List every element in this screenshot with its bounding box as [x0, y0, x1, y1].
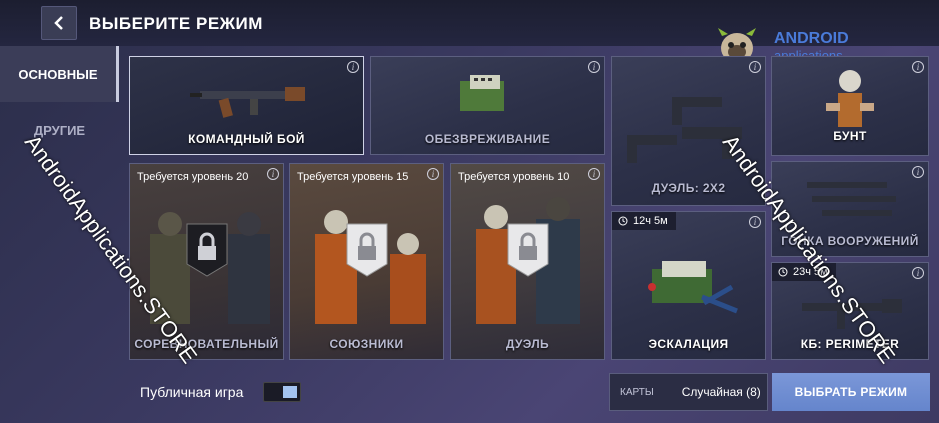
- event-timer: 12ч 5м: [612, 212, 676, 230]
- mode-card-duel[interactable]: Требуется уровень 10 i ДУЭЛЬ: [450, 163, 605, 360]
- mode-label: СОРЕВНОВАТЕЛЬНЫЙ: [134, 337, 279, 351]
- tab-other[interactable]: ДРУГИЕ: [0, 102, 119, 158]
- info-icon[interactable]: i: [267, 168, 279, 180]
- info-icon[interactable]: i: [912, 166, 924, 178]
- weapons-icon: [807, 182, 896, 216]
- rifle-icon: [190, 87, 305, 118]
- level-requirement: Требуется уровень 15: [297, 171, 409, 183]
- info-icon[interactable]: i: [588, 168, 600, 180]
- mode-label: ДУЭЛЬ: [505, 337, 550, 351]
- level-requirement: Требуется уровень 20: [137, 171, 249, 183]
- toggle-knob: [283, 386, 297, 398]
- info-icon[interactable]: i: [912, 267, 924, 279]
- page-title: ВЫБЕРИТЕ РЕЖИМ: [89, 14, 263, 33]
- public-game-row: Публичная игра: [129, 374, 305, 410]
- maps-label: КАРТЫ: [620, 386, 654, 398]
- chevron-left-icon: [54, 16, 63, 30]
- info-icon[interactable]: i: [347, 61, 359, 73]
- clock-icon: [618, 216, 628, 226]
- info-icon[interactable]: i: [749, 216, 761, 228]
- lock-icon: [186, 223, 227, 277]
- lock-icon: [346, 223, 387, 277]
- clock-icon: [778, 267, 788, 277]
- lock-icon: [507, 223, 548, 277]
- mode-card-competitive[interactable]: Требуется уровень 20 i СОРЕВНОВАТЕЛЬНЫЙ: [129, 163, 284, 360]
- info-icon[interactable]: i: [588, 61, 600, 73]
- tab-main[interactable]: ОСНОВНЫЕ: [0, 46, 119, 102]
- mode-card-team-fight[interactable]: i КОМАНДНЫЙ БОЙ: [129, 56, 364, 155]
- timer-text: 12ч 5м: [633, 215, 668, 227]
- mode-label: ОБЕЗВРЕЖИВАНИЕ: [424, 132, 551, 146]
- mode-card-defuse[interactable]: i ОБЕЗВРЕЖИВАНИЕ: [370, 56, 605, 155]
- select-mode-button[interactable]: ВЫБРАТЬ РЕЖИМ: [772, 373, 930, 411]
- back-button[interactable]: [41, 6, 77, 40]
- maps-value: Случайная (8): [681, 385, 761, 399]
- mode-card-escalation[interactable]: 12ч 5м i ЭСКАЛАЦИЯ: [611, 211, 766, 360]
- public-game-toggle[interactable]: [263, 382, 301, 402]
- mode-label: ЭСКАЛАЦИЯ: [648, 337, 729, 351]
- info-icon[interactable]: i: [427, 168, 439, 180]
- maps-selector[interactable]: КАРТЫ Случайная (8): [609, 373, 768, 411]
- public-game-label: Публичная игра: [140, 384, 244, 400]
- mode-label: КБ: PERIMETER: [800, 337, 900, 351]
- info-icon[interactable]: i: [749, 61, 761, 73]
- bomb-icon: [460, 75, 504, 111]
- explosive-icon: [648, 261, 738, 314]
- mode-label: СОЮЗНИКИ: [329, 337, 404, 351]
- level-requirement: Требуется уровень 10: [458, 171, 570, 183]
- mode-card-duel-2x2[interactable]: i ДУЭЛЬ: 2X2: [611, 56, 766, 206]
- mode-label: БУНТ: [833, 129, 867, 143]
- info-icon[interactable]: i: [912, 61, 924, 73]
- brand-name: ANDROID: [774, 30, 849, 47]
- mode-label: КОМАНДНЫЙ БОЙ: [188, 132, 305, 146]
- mode-card-riot[interactable]: i БУНТ: [771, 56, 929, 156]
- mode-label: ДУЭЛЬ: 2X2: [651, 181, 726, 195]
- mode-card-allies[interactable]: Требуется уровень 15 i СОЮЗНИКИ: [289, 163, 444, 360]
